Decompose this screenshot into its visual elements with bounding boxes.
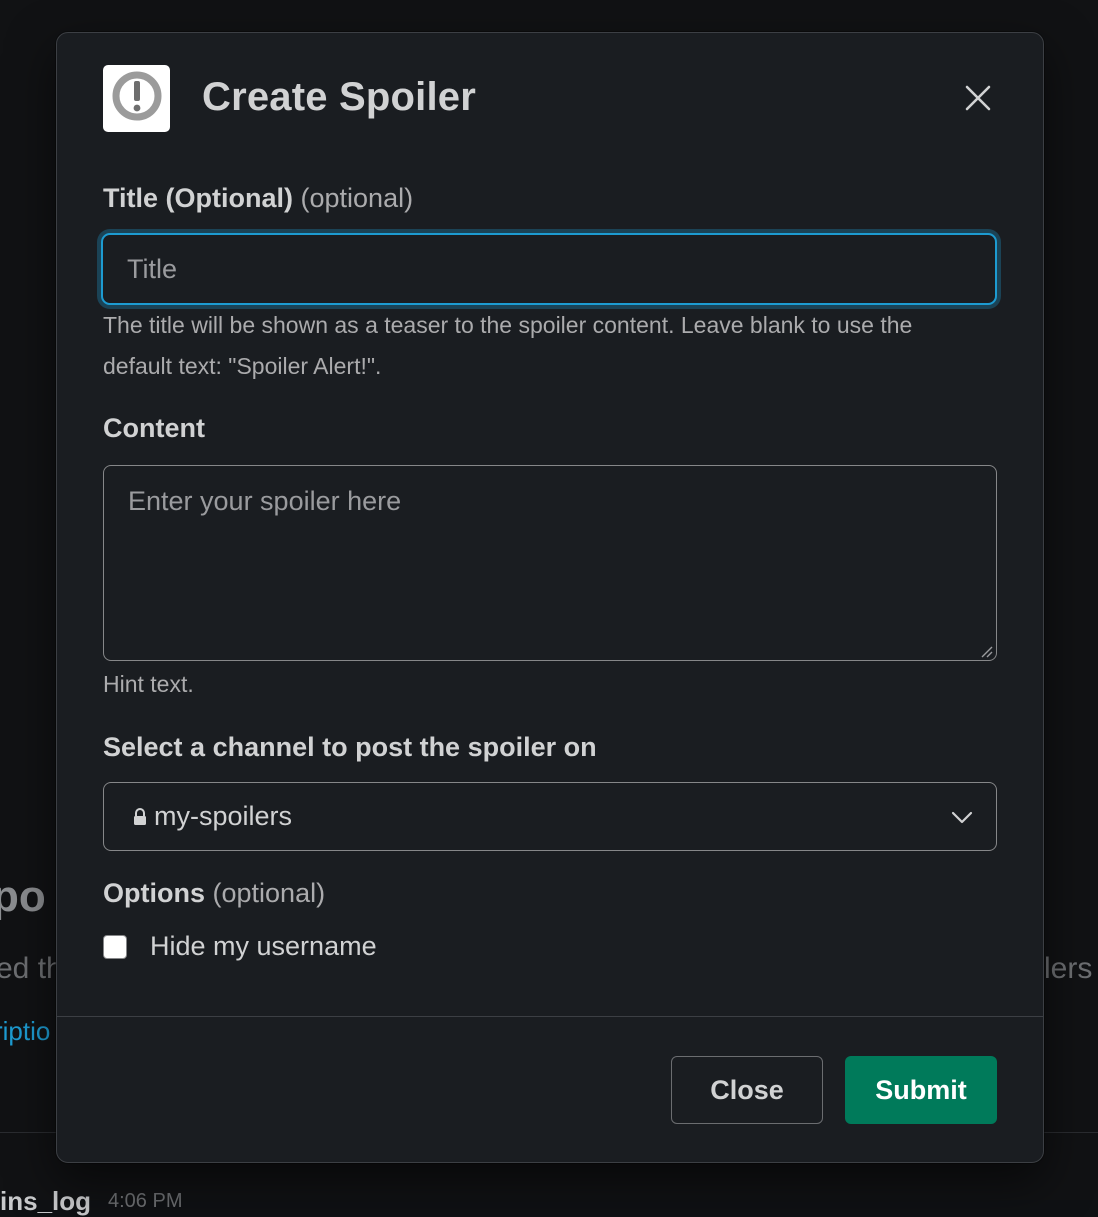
channel-select[interactable]: my-spoilers bbox=[103, 782, 997, 851]
title-label-text: Title (Optional) bbox=[103, 183, 293, 213]
hide-username-label[interactable]: Hide my username bbox=[150, 931, 377, 962]
title-help-text: The title will be shown as a teaser to t… bbox=[103, 312, 913, 379]
app-icon bbox=[103, 65, 170, 132]
create-spoiler-modal: Create Spoiler Title (Optional) (optiona… bbox=[56, 32, 1044, 1163]
content-field-label: Content bbox=[103, 413, 205, 443]
submit-button[interactable]: Submit bbox=[845, 1056, 997, 1124]
background-message-author: ins_log bbox=[0, 1186, 92, 1216]
chevron-down-icon bbox=[950, 805, 974, 834]
background-message-time: 4:06 PM bbox=[108, 1190, 183, 1212]
close-icon[interactable] bbox=[957, 77, 999, 119]
footer-divider bbox=[57, 1016, 1043, 1017]
background-text-right: lers bbox=[1044, 952, 1093, 985]
options-field-label: Options (optional) bbox=[103, 878, 325, 909]
channel-select-value: my-spoilers bbox=[154, 801, 293, 831]
hide-username-checkbox[interactable] bbox=[103, 934, 127, 959]
background-link: riptio bbox=[0, 1016, 51, 1046]
title-input[interactable] bbox=[101, 233, 997, 305]
options-label-text: Options bbox=[103, 878, 205, 908]
background-text-left: ed th bbox=[0, 952, 63, 985]
content-textarea[interactable] bbox=[103, 465, 997, 661]
lock-icon bbox=[132, 807, 148, 827]
title-field-label: Title (Optional) (optional) bbox=[103, 183, 413, 214]
resize-handle-icon[interactable] bbox=[979, 644, 993, 658]
channel-field-label: Select a channel to post the spoiler on bbox=[103, 732, 597, 762]
content-hint-text: Hint text. bbox=[103, 671, 194, 697]
close-button[interactable]: Close bbox=[671, 1056, 823, 1124]
hide-username-option: Hide my username bbox=[103, 931, 377, 962]
background-heading: po bbox=[0, 872, 46, 921]
options-optional-tag: (optional) bbox=[212, 878, 326, 908]
modal-title: Create Spoiler bbox=[202, 75, 477, 119]
exclamation-circle-icon bbox=[111, 70, 163, 127]
title-optional-tag: (optional) bbox=[300, 183, 414, 213]
